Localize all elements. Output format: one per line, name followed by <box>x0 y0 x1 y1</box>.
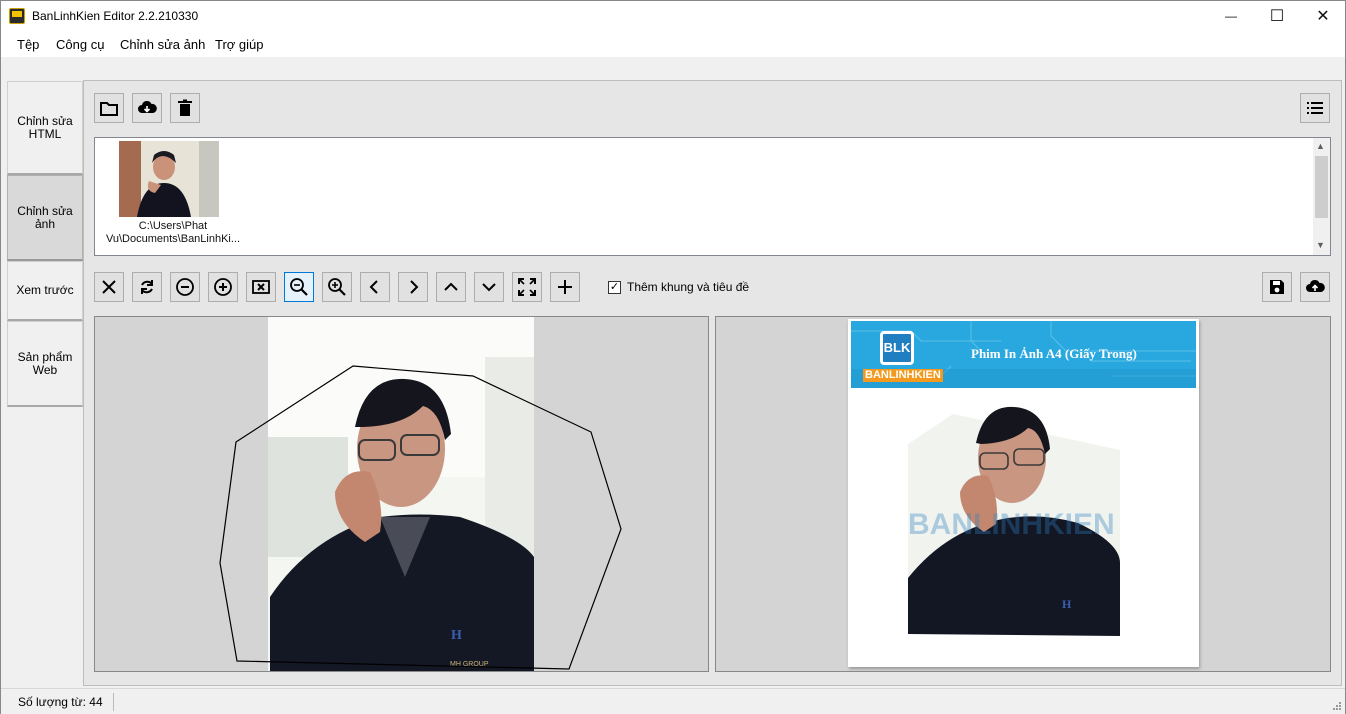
download-button[interactable] <box>132 93 162 123</box>
scroll-down-icon[interactable]: ▼ <box>1316 240 1325 250</box>
tab-web-products[interactable]: Sản phẩm Web <box>7 321 83 407</box>
maximize-button[interactable]: ☐ <box>1254 1 1300 31</box>
enlarge-button[interactable] <box>208 272 238 302</box>
close-icon <box>102 280 116 294</box>
move-up-button[interactable] <box>436 272 466 302</box>
rotate-button[interactable] <box>132 272 162 302</box>
check-icon: ✓ <box>609 281 620 293</box>
upload-button[interactable] <box>1300 272 1330 302</box>
preview-canvas: BLK BANLINHKIEN Phim In Ảnh A4 (Giấy Tro… <box>715 316 1331 672</box>
add-frame-label[interactable]: Thêm khung và tiêu đề <box>627 280 749 294</box>
minimize-button[interactable]: — <box>1208 1 1254 31</box>
preview-cropped-photo: BANLINHKIEN H <box>908 406 1120 636</box>
svg-text:H: H <box>1062 597 1072 611</box>
brand-name: BANLINHKIEN <box>863 369 943 382</box>
tab-label: Xem trước <box>16 283 74 297</box>
menu-bar: Tệp Công cụ Chỉnh sửa ảnh Trợ giúp <box>1 31 1345 57</box>
status-divider <box>113 693 114 711</box>
zoom-plus-circle-icon <box>214 278 232 296</box>
cancel-button[interactable] <box>94 272 124 302</box>
cloud-upload-icon <box>1306 279 1325 292</box>
word-count: Số lượng từ: 44 <box>18 695 103 709</box>
arrow-right-icon <box>410 280 419 294</box>
add-frame-checkbox[interactable]: ✓ <box>608 281 621 294</box>
add-icon <box>558 280 572 294</box>
file-path-line1: C:\Users\Phat <box>138 220 208 232</box>
window-title: BanLinhKien Editor 2.2.210330 <box>32 9 199 23</box>
list-scrollbar[interactable]: ▲ ▼ <box>1313 138 1330 255</box>
arrow-left-icon <box>369 280 378 294</box>
trash-icon <box>178 99 192 116</box>
list-view-icon <box>1307 102 1323 114</box>
svg-text:H: H <box>451 628 462 643</box>
zoom-out-icon <box>290 278 308 296</box>
brand-logo-icon: BLK <box>880 331 914 365</box>
tab-label: Chỉnh sửa HTML <box>17 113 73 141</box>
resize-grip-icon[interactable] <box>1332 701 1342 711</box>
tab-preview[interactable]: Xem trước <box>7 261 83 321</box>
status-bar: Số lượng từ: 44 <box>1 688 1345 714</box>
maximize-icon: ☐ <box>1269 8 1285 25</box>
menu-help[interactable]: Trợ giúp <box>215 37 264 52</box>
preview-header-banner: BLK BANLINHKIEN Phim In Ảnh A4 (Giấy Tro… <box>851 321 1196 388</box>
delete-button[interactable] <box>170 93 200 123</box>
preview-page: BLK BANLINHKIEN Phim In Ảnh A4 (Giấy Tro… <box>848 319 1199 667</box>
move-down-button[interactable] <box>474 272 504 302</box>
save-button[interactable] <box>1262 272 1292 302</box>
image-file-list[interactable]: C:\Users\Phat Vu\Documents\BanLinhKi... … <box>94 137 1331 256</box>
menu-tools[interactable]: Công cụ <box>56 37 104 52</box>
fit-screen-button[interactable] <box>512 272 542 302</box>
menu-file[interactable]: Tệp <box>17 37 39 52</box>
shrink-button[interactable] <box>170 272 200 302</box>
scrollbar-thumb[interactable] <box>1315 156 1328 218</box>
zoom-in-button[interactable] <box>322 272 352 302</box>
open-folder-button[interactable] <box>94 93 124 123</box>
list-view-button[interactable] <box>1300 93 1330 123</box>
zoom-in-icon <box>328 278 346 296</box>
folder-open-icon <box>100 102 118 116</box>
save-icon <box>1270 280 1284 294</box>
close-window-button[interactable]: ✕ <box>1300 1 1346 31</box>
add-button[interactable] <box>550 272 580 302</box>
delete-box-icon <box>252 280 270 294</box>
list-item[interactable]: C:\Users\Phat Vu\Documents\BanLinhKi... <box>95 138 255 250</box>
cloud-download-icon <box>138 100 157 113</box>
minimize-icon: — <box>1225 9 1237 23</box>
tab-label: Chỉnh sửa ảnh <box>17 203 73 231</box>
zoom-out-button[interactable] <box>284 272 314 302</box>
source-photo: H MH GROUP <box>219 317 622 671</box>
tab-image-edit[interactable]: Chỉnh sửa ảnh <box>7 175 83 261</box>
clear-selection-button[interactable] <box>246 272 276 302</box>
image-editor-panel: C:\Users\Phat Vu\Documents\BanLinhKi... … <box>83 80 1342 686</box>
app-window: BanLinhKien Editor 2.2.210330 — ☐ ✕ Tệp … <box>0 0 1346 714</box>
file-path-label: C:\Users\Phat Vu\Documents\BanLinhKi... <box>98 220 248 246</box>
tab-label: Sản phẩm Web <box>17 349 73 377</box>
move-left-button[interactable] <box>360 272 390 302</box>
close-icon: ✕ <box>1316 8 1330 25</box>
fit-screen-icon <box>518 278 536 296</box>
arrow-up-icon <box>444 282 458 291</box>
image-thumbnail <box>119 141 219 217</box>
rotate-icon <box>141 280 153 294</box>
editor-canvas[interactable]: H MH GROUP <box>94 316 709 672</box>
preview-title: Phim In Ảnh A4 (Giấy Trong) <box>971 346 1137 361</box>
arrow-down-icon <box>482 283 496 292</box>
title-bar: BanLinhKien Editor 2.2.210330 — ☐ ✕ <box>1 1 1345 31</box>
move-right-button[interactable] <box>398 272 428 302</box>
scroll-up-icon[interactable]: ▲ <box>1316 141 1325 151</box>
preview-watermark: BANLINHKIEN <box>908 508 1115 541</box>
tab-html-edit[interactable]: Chỉnh sửa HTML <box>7 81 83 175</box>
zoom-minus-circle-icon <box>176 278 194 296</box>
app-logo-icon <box>9 8 25 24</box>
menu-image-edit[interactable]: Chỉnh sửa ảnh <box>120 37 205 52</box>
file-path-line2: Vu\Documents\BanLinhKi... <box>105 233 241 245</box>
